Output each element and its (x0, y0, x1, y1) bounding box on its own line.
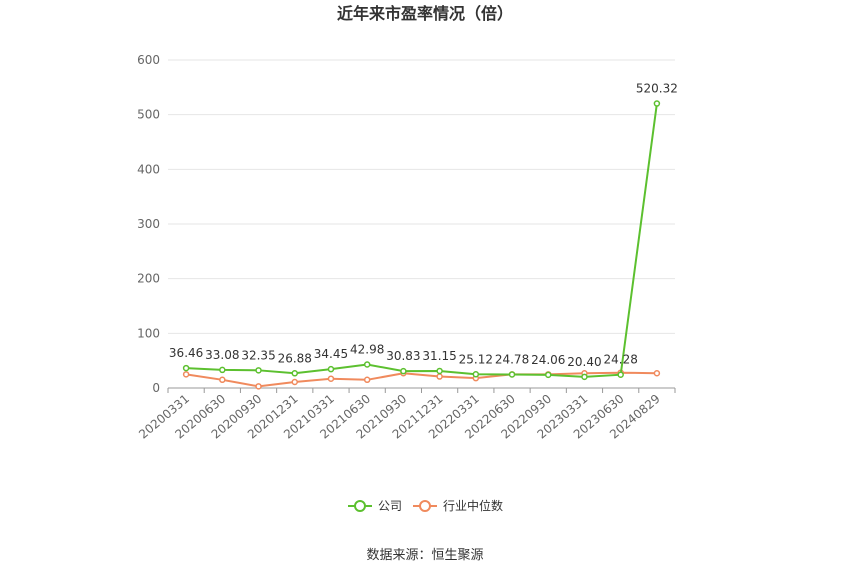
y-tick-label: 400 (137, 162, 160, 176)
data-labels: 36.46 33.08 32.35 26.88 34.45 42.98 30.83 31.15… (169, 82, 678, 369)
data-label: 34.45 (314, 347, 348, 361)
data-point[interactable] (545, 371, 552, 379)
data-label: 25.12 (459, 352, 493, 366)
y-tick-label: 0 (152, 381, 160, 395)
chart-container: 近年来市盈率情况（倍） 0 100 200 300 400 500 600 20200331… (0, 0, 850, 575)
data-label: 24.78 (495, 352, 529, 366)
data-label: 36.46 (169, 346, 203, 360)
data-point[interactable] (219, 376, 226, 384)
data-point[interactable] (653, 369, 661, 377)
data-point[interactable] (291, 378, 298, 386)
data-point[interactable] (291, 370, 298, 377)
data-point[interactable] (255, 367, 262, 374)
legend-item-1[interactable]: 行业中位数 (413, 498, 503, 513)
legend-label: 公司 (378, 499, 402, 513)
data-point[interactable] (508, 371, 516, 378)
data-label: 31.15 (422, 349, 456, 363)
data-point[interactable] (363, 361, 371, 368)
data-label: 33.08 (205, 348, 239, 362)
data-point[interactable] (182, 371, 190, 378)
legend-label: 行业中位数 (443, 498, 503, 513)
y-tick-label: 600 (137, 53, 160, 67)
data-point[interactable] (400, 367, 407, 375)
y-tick-label: 200 (137, 272, 160, 286)
y-axis: 0 100 200 300 400 500 600 (137, 53, 160, 395)
data-label: 520.32 (636, 82, 678, 96)
x-axis: 2020033120200630202009302020123120210331… (136, 387, 676, 442)
data-point[interactable] (617, 371, 624, 378)
series-line-0 (186, 103, 658, 378)
data-point[interactable] (182, 364, 190, 372)
series-layer (182, 100, 661, 390)
data-label: 42.98 (350, 343, 384, 357)
data-label: 24.28 (603, 353, 637, 367)
chart-title: 近年来市盈率情况（倍） (337, 4, 513, 23)
data-label: 24.06 (531, 353, 565, 367)
chart-svg: 近年来市盈率情况（倍） 0 100 200 300 400 500 600 20200331… (136, 4, 678, 563)
source-note: 数据来源：恒生聚源 (366, 548, 483, 563)
grid-lines (168, 59, 675, 334)
legend-marker (419, 500, 431, 512)
y-tick-label: 500 (137, 108, 160, 122)
data-point[interactable] (653, 100, 661, 107)
legend-item-0[interactable]: 公司 (348, 499, 402, 513)
data-label: 32.35 (241, 348, 275, 362)
data-point[interactable] (472, 371, 480, 378)
data-point[interactable] (363, 376, 371, 384)
data-point[interactable] (436, 367, 443, 375)
data-point[interactable] (219, 366, 226, 374)
data-point[interactable] (581, 373, 588, 381)
data-point[interactable] (327, 365, 335, 373)
data-label: 20.40 (567, 355, 601, 369)
data-point[interactable] (436, 373, 443, 380)
legend-marker (354, 500, 366, 512)
data-label: 26.88 (278, 351, 312, 365)
data-point[interactable] (255, 383, 262, 390)
data-label: 30.83 (386, 349, 420, 363)
y-tick-label: 100 (137, 326, 160, 340)
y-tick-label: 300 (137, 217, 160, 231)
legend[interactable]: 公司 行业中位数 (348, 498, 503, 513)
data-point[interactable] (327, 375, 335, 382)
